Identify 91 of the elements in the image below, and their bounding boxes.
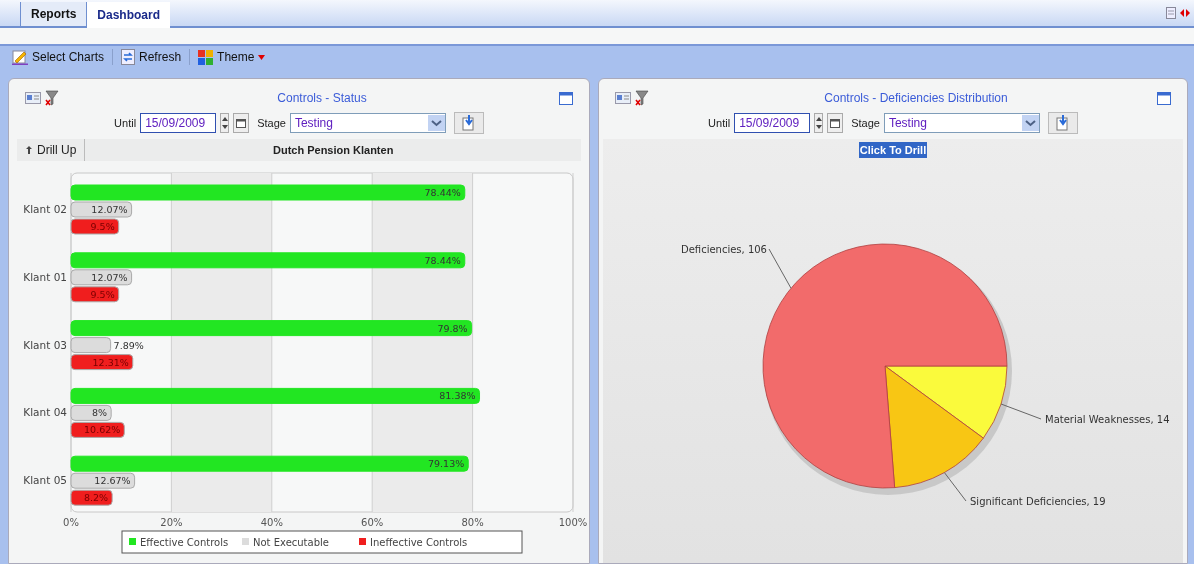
dropdown-icon — [427, 115, 445, 131]
toolbar-button[interactable]: Refresh — [117, 47, 186, 67]
legend-label: Not Executable — [253, 537, 329, 548]
window-icon[interactable] — [1157, 91, 1171, 105]
drill-up-button[interactable]: Drill Up — [17, 139, 86, 161]
leader-line — [1000, 403, 1042, 420]
panel-title: Controls - Deficiencies Distribution — [823, 90, 1009, 107]
calendar-icon — [830, 118, 841, 128]
funnel-icon[interactable] — [45, 90, 59, 106]
value-label: 7.89% — [113, 339, 144, 351]
slice-label: Deficiencies, 106 — [681, 244, 767, 255]
panel-title: Controls - Status — [276, 90, 368, 107]
arrows-icon[interactable] — [1180, 8, 1190, 18]
bar[interactable] — [70, 489, 113, 506]
export-button[interactable] — [453, 112, 484, 134]
calendar-button[interactable] — [233, 113, 250, 133]
bar[interactable] — [70, 218, 120, 235]
leader-line — [943, 472, 967, 502]
tab[interactable]: Dashboard — [87, 2, 171, 28]
toolbar-button[interactable]: Theme — [194, 47, 270, 67]
pencil-chart-icon — [12, 49, 28, 65]
slice-label: Significant Deficiencies, 19 — [970, 496, 1106, 507]
card-icon[interactable] — [25, 92, 41, 104]
category-label: Klant 04 — [23, 406, 67, 419]
bar[interactable] — [70, 201, 133, 218]
stage-label: Stage — [257, 115, 286, 131]
calendar-icon — [236, 118, 247, 128]
until-label: Until — [708, 115, 731, 131]
spin-button[interactable] — [220, 113, 230, 133]
bar[interactable] — [70, 472, 136, 489]
category-label: Klant 01 — [23, 270, 67, 283]
up-down-arrows-icon — [815, 116, 822, 130]
document-icon[interactable] — [1166, 7, 1176, 19]
value-label: 79.13% — [428, 458, 465, 470]
caret-icon — [258, 54, 266, 60]
legend-swatch — [129, 538, 136, 545]
value-label: 8% — [92, 407, 108, 419]
value-label: 9.5% — [90, 288, 115, 300]
value-label: 78.44% — [424, 187, 461, 198]
funnel-icon[interactable] — [635, 90, 649, 106]
tick-label: 100% — [558, 517, 588, 528]
calendar-button[interactable] — [827, 113, 844, 133]
drill-hint[interactable]: Click To Drill — [858, 141, 928, 159]
value-label: 10.62% — [84, 424, 121, 436]
value-label: 12.07% — [91, 204, 128, 215]
value-label: 12.31% — [92, 356, 129, 368]
value-label: 8.2% — [84, 492, 109, 504]
bar[interactable] — [70, 421, 125, 438]
arrow-up-icon — [25, 146, 33, 154]
value-label: 79.8% — [437, 322, 468, 334]
tab[interactable]: Reports — [20, 2, 88, 26]
stage-select[interactable]: Testing — [883, 113, 1040, 133]
stage-label: Stage — [851, 115, 880, 131]
legend-swatch — [359, 538, 366, 545]
tick-label: 60% — [361, 517, 384, 528]
bar[interactable] — [70, 286, 120, 303]
bar[interactable] — [70, 404, 112, 421]
window-icon[interactable] — [559, 91, 573, 105]
value-label: 9.5% — [90, 221, 115, 232]
bar[interactable] — [70, 354, 134, 371]
bar[interactable] — [70, 269, 133, 286]
category-label: Klant 05 — [23, 474, 67, 487]
chart-subtitle: Dutch Pension Klanten — [271, 142, 395, 158]
dropdown-icon — [1021, 115, 1039, 131]
spin-button[interactable] — [814, 113, 824, 133]
stage-select[interactable]: Testing — [289, 113, 446, 133]
until-label: Until — [114, 115, 137, 131]
tick-label: 20% — [160, 517, 183, 528]
category-label: Klant 03 — [23, 338, 67, 351]
export-button[interactable] — [1047, 112, 1078, 134]
value-label: 12.67% — [94, 475, 131, 487]
slice-label: Material Weaknesses, 14 — [1045, 414, 1170, 425]
value-label: 12.07% — [91, 271, 128, 283]
date-field[interactable]: 15/09/2009 — [140, 113, 217, 133]
tick-label: 40% — [260, 517, 283, 528]
leader-line — [768, 248, 792, 289]
tick-label: 80% — [461, 517, 484, 528]
card-icon[interactable] — [615, 92, 631, 104]
refresh-icon — [121, 49, 136, 65]
pie-slice[interactable] — [884, 365, 984, 488]
color-grid-icon — [198, 49, 214, 65]
legend-label: Effective Controls — [140, 537, 229, 548]
legend-swatch — [242, 538, 249, 545]
category-label: Klant 02 — [23, 203, 67, 215]
up-down-arrows-icon — [221, 116, 228, 130]
tick-label: 0% — [63, 517, 79, 528]
date-field[interactable]: 15/09/2009 — [734, 113, 811, 133]
toolbar-button[interactable]: Select Charts — [8, 47, 109, 67]
value-label: 81.38% — [439, 390, 476, 402]
value-label: 78.44% — [424, 254, 461, 266]
legend-label: Ineffective Controls — [370, 537, 468, 548]
